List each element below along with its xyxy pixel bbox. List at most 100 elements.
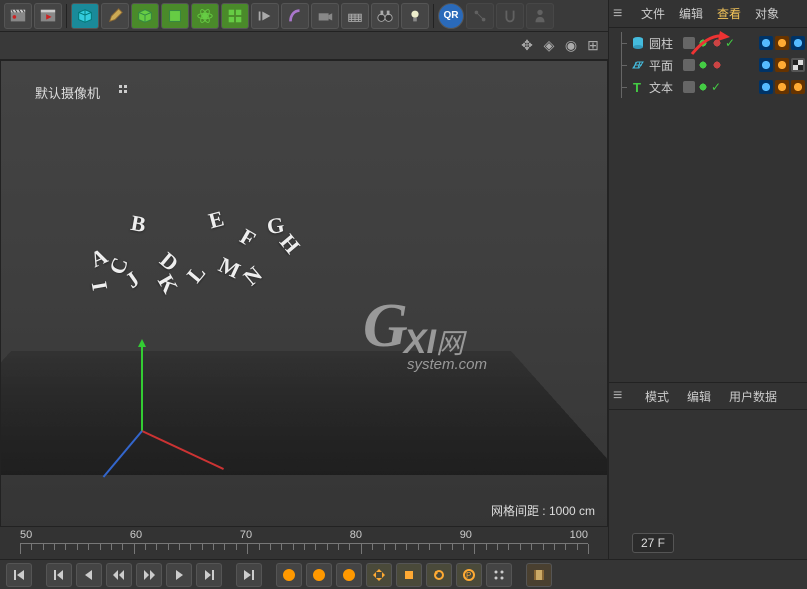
plane-icon: [631, 58, 645, 72]
tree-line: [617, 76, 627, 98]
tag-dynamics[interactable]: [759, 58, 773, 72]
orbit-icon[interactable]: ◉: [562, 36, 580, 54]
clapper-icon[interactable]: [4, 3, 32, 29]
scale-key-button[interactable]: [396, 563, 422, 587]
object-name: 平面: [649, 57, 677, 74]
tag-dynamics[interactable]: [759, 80, 773, 94]
ruler-label: 90: [460, 529, 472, 541]
svg-text:P: P: [466, 571, 471, 580]
param-key-button[interactable]: P: [456, 563, 482, 587]
viewport[interactable]: 默认摄像机 A B C D E F G H I J K L M N GXI网 s…: [0, 60, 608, 530]
keyframe-button[interactable]: [336, 563, 362, 587]
binoculars-icon[interactable]: [371, 3, 399, 29]
floor-plane: [0, 351, 608, 475]
tree-line: [617, 32, 627, 54]
text-icon: T: [631, 80, 645, 94]
enable-check[interactable]: ✓: [725, 37, 737, 49]
editor-vis-flag[interactable]: [697, 59, 709, 71]
next-key-button[interactable]: [196, 563, 222, 587]
ruler-labels: 50 60 70 80 90 100: [0, 527, 608, 541]
tree-line: [617, 54, 627, 76]
tab-mode[interactable]: 模式: [641, 384, 673, 409]
viewport-header: ✥ ◈ ◉ ⊞: [0, 32, 608, 60]
prev-key-button[interactable]: [46, 563, 72, 587]
floor-icon[interactable]: [341, 3, 369, 29]
cube-icon[interactable]: [71, 3, 99, 29]
prev-frame-button[interactable]: [76, 563, 102, 587]
hamburger-icon[interactable]: ≡: [613, 387, 631, 405]
tab-file[interactable]: 文件: [637, 1, 669, 26]
tab-attr-edit[interactable]: 编辑: [683, 384, 715, 409]
tab-view[interactable]: 查看: [713, 1, 745, 26]
goto-start-button[interactable]: [6, 563, 32, 587]
options-button[interactable]: [486, 563, 512, 587]
tag-extra[interactable]: [791, 80, 805, 94]
viewport-wrap: ✥ ◈ ◉ ⊞ 默认摄像机 A B C D E F G H I J K L M: [0, 32, 608, 530]
object-name: 文本: [649, 79, 677, 96]
play-forward-button[interactable]: [136, 563, 162, 587]
tag-dynamics[interactable]: [759, 36, 773, 50]
camera-options-icon[interactable]: [119, 85, 131, 97]
next-frame-button[interactable]: [166, 563, 192, 587]
object-row-plane[interactable]: 平面: [611, 54, 805, 76]
qr-button[interactable]: QR: [438, 3, 464, 29]
clapper-play-icon[interactable]: [34, 3, 62, 29]
scene-text-letters: A B C D E F G H I J K L M N: [91, 191, 321, 311]
tag-collider[interactable]: [775, 80, 789, 94]
tag-checker[interactable]: [791, 58, 805, 72]
autokey-button[interactable]: [306, 563, 332, 587]
ruler-ticks: [20, 543, 588, 557]
layer-flag[interactable]: [683, 37, 695, 49]
pan-icon[interactable]: ✥: [518, 36, 536, 54]
ruler-label: 100: [570, 529, 588, 541]
rotate-key-button[interactable]: [426, 563, 452, 587]
editor-vis-flag[interactable]: [697, 37, 709, 49]
hamburger-icon[interactable]: ≡: [613, 5, 631, 23]
camera-tool-icon[interactable]: [311, 3, 339, 29]
object-row-text[interactable]: T 文本 ✓: [611, 76, 805, 98]
tab-object[interactable]: 对象: [751, 1, 783, 26]
grid-spacing-label: 网格间距 : 1000 cm: [491, 502, 595, 519]
object-panel-tabs: ≡ 文件 编辑 查看 对象: [609, 0, 807, 28]
tab-userdata[interactable]: 用户数据: [725, 384, 781, 409]
nurbs-icon[interactable]: [131, 3, 159, 29]
render-vis-flag[interactable]: [711, 37, 723, 49]
ruler-label: 80: [350, 529, 362, 541]
play-back-button[interactable]: [106, 563, 132, 587]
timeline[interactable]: 50 60 70 80 90 100 27 F: [0, 526, 608, 559]
object-flags: ✓: [683, 37, 737, 49]
editor-vis-flag[interactable]: [697, 81, 709, 93]
svg-text:T: T: [633, 80, 641, 94]
object-name: 圆柱: [649, 35, 677, 52]
current-frame-badge: 27 F: [632, 533, 674, 553]
tag-collider[interactable]: [775, 36, 789, 50]
layout-icon[interactable]: ⊞: [584, 36, 602, 54]
goto-end-button[interactable]: [236, 563, 262, 587]
bend-icon[interactable]: [281, 3, 309, 29]
render-vis-flag[interactable]: [711, 59, 723, 71]
enable-check[interactable]: ✓: [711, 81, 723, 93]
object-flags: ✓: [683, 81, 723, 93]
camera-label: 默认摄像机: [35, 83, 116, 102]
layer-flag[interactable]: [683, 59, 695, 71]
person-icon[interactable]: [526, 3, 554, 29]
render-icon[interactable]: [526, 563, 552, 587]
pen-icon[interactable]: [101, 3, 129, 29]
tag-collider[interactable]: [775, 58, 789, 72]
layer-flag[interactable]: [683, 81, 695, 93]
tab-edit[interactable]: 编辑: [675, 1, 707, 26]
cloner-icon[interactable]: [221, 3, 249, 29]
cylinder-icon: [631, 36, 645, 50]
generator-icon[interactable]: [161, 3, 189, 29]
record-button[interactable]: [276, 563, 302, 587]
snap-icon[interactable]: [496, 3, 524, 29]
joint-icon[interactable]: [466, 3, 494, 29]
light-icon[interactable]: [401, 3, 429, 29]
tag-rigid[interactable]: [791, 36, 805, 50]
next-icon[interactable]: [251, 3, 279, 29]
move-key-button[interactable]: [366, 563, 392, 587]
zoom-icon[interactable]: ◈: [540, 36, 558, 54]
ruler-label: 60: [130, 529, 142, 541]
atom-icon[interactable]: [191, 3, 219, 29]
object-row-cylinder[interactable]: 圆柱 ✓: [611, 32, 805, 54]
